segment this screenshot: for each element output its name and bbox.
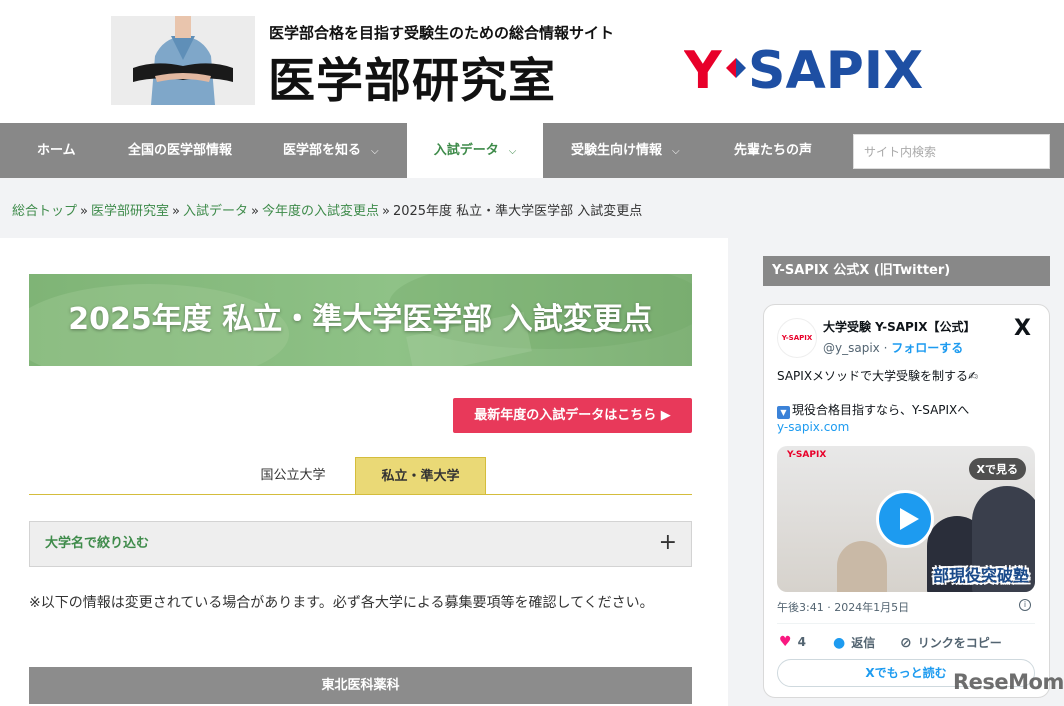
breadcrumb: 総合トップ» 医学部研究室» 入試データ» 今年度の入試変更点» 2025年度 私立・準…	[12, 200, 642, 219]
like-action[interactable]: ♥ 4	[779, 634, 806, 650]
reply-action[interactable]: ● 返信	[833, 634, 875, 651]
post-timestamp[interactable]: 午後3:41 · 2024年1月5日	[777, 599, 909, 615]
media-brand: Y-SAPIX	[787, 450, 827, 460]
post-text-line1: SAPIXメソッドで大学受験を制する✍	[777, 369, 979, 383]
chevron-down-icon: ⌵	[672, 146, 680, 157]
disclaimer-note: ※以下の情報は変更されている場合があります。必ず各大学による募集要項等を確認して…	[29, 595, 654, 611]
nav-item-home[interactable]: ホーム	[37, 123, 76, 178]
link-icon: ⊘	[900, 635, 912, 651]
sidebar-x-title: Y-SAPIX 公式X (旧Twitter)	[763, 256, 1050, 286]
follow-button[interactable]: フォローする	[891, 341, 963, 355]
copy-link-action[interactable]: ⊘ リンクをコピー	[900, 634, 1002, 651]
breadcrumb-link-lab[interactable]: 医学部研究室	[91, 204, 169, 219]
info-icon[interactable]: i	[1019, 599, 1031, 611]
university-heading: 東北医科薬科	[29, 667, 692, 704]
breadcrumb-link-exam-data[interactable]: 入試データ	[183, 204, 248, 219]
heart-icon: ♥	[779, 634, 792, 650]
down-triangle-icon: ▼	[777, 406, 790, 419]
breadcrumb-link-top[interactable]: 総合トップ	[12, 204, 77, 219]
site-header: 医学部合格を目指す受験生のための総合情報サイト 医学部研究室 Y SAPIX	[0, 0, 1064, 123]
post-divider	[777, 623, 1035, 624]
reply-bubble-icon: ●	[833, 635, 846, 651]
tab-underline	[29, 494, 692, 495]
nav-item-exam-data[interactable]: 入試データ ⌵	[407, 123, 543, 178]
tab-national-public[interactable]: 国公立大学	[240, 457, 346, 494]
page-title-banner: 2025年度 私立・準大学医学部 入試変更点	[29, 274, 692, 366]
tab-private[interactable]: 私立・準大学	[355, 457, 486, 494]
plus-icon: +	[658, 530, 677, 555]
post-text-line2: ▼ 現役合格目指すなら、Y-SAPIXへ	[777, 401, 969, 419]
post-link[interactable]: y-sapix.com	[777, 420, 849, 434]
site-name[interactable]: 医学部研究室	[268, 42, 556, 111]
play-icon[interactable]	[876, 490, 934, 548]
nav-item-student-info[interactable]: 受験生向け情報 ⌵	[571, 123, 680, 178]
account-handle[interactable]: @y_sapix	[823, 341, 880, 355]
site-tagline: 医学部合格を目指す受験生のための総合情報サイト	[269, 24, 615, 42]
resemom-watermark: ReseMom	[953, 670, 1064, 694]
post-video-thumbnail[interactable]: Y-SAPIX Xで見る 部現役突破塾	[777, 446, 1035, 592]
latest-exam-data-button[interactable]: 最新年度の入試データはこちら ▶	[453, 398, 692, 433]
page-title: 2025年度 私立・準大学医学部 入試変更点	[68, 302, 653, 337]
breadcrumb-separator: »	[250, 204, 259, 219]
media-figure	[837, 541, 887, 592]
svg-text:SAPIX: SAPIX	[748, 41, 923, 96]
handle-separator: ·	[879, 341, 892, 355]
x-logo-icon[interactable]: X	[1014, 316, 1031, 341]
breadcrumb-current: 2025年度 私立・準大学医学部 入試変更点	[392, 204, 643, 219]
breadcrumb-separator: »	[80, 204, 88, 219]
site-search-input[interactable]	[853, 134, 1050, 169]
account-avatar[interactable]: Y-SAPIX	[777, 318, 817, 358]
breadcrumb-link-changes[interactable]: 今年度の入試変更点	[262, 204, 379, 219]
chevron-down-icon: ⌵	[371, 146, 379, 157]
view-on-x-badge[interactable]: Xで見る	[968, 458, 1026, 480]
svg-text:Y: Y	[684, 41, 723, 96]
y-sapix-logo[interactable]: Y SAPIX	[684, 40, 952, 96]
nav-item-national-info[interactable]: 全国の医学部情報	[128, 123, 232, 178]
account-handle-row: @y_sapix · フォローする	[823, 339, 963, 356]
account-name[interactable]: 大学受験 Y-SAPIX【公式】	[823, 318, 976, 335]
university-filter-toggle[interactable]: 大学名で絞り込む +	[29, 521, 692, 567]
filter-label: 大学名で絞り込む	[45, 536, 150, 551]
breadcrumb-separator: »	[172, 204, 180, 219]
chevron-down-icon: ⌵	[508, 146, 517, 157]
header-photo	[111, 16, 255, 105]
nav-item-senior-voices[interactable]: 先輩たちの声	[734, 123, 812, 178]
breadcrumb-separator: »	[381, 204, 390, 219]
media-caption: 部現役突破塾	[932, 566, 1029, 585]
nav-item-know-med[interactable]: 医学部を知る ⌵	[283, 123, 379, 178]
